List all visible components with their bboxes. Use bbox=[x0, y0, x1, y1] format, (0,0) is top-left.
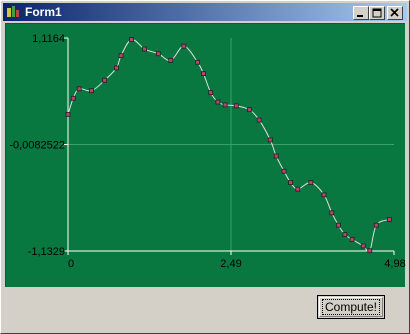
window-title: Form1 bbox=[25, 5, 62, 19]
chart: 1,1164 -0,0082522 -1,13290 2,49 4,98 bbox=[9, 33, 405, 270]
series-line bbox=[67, 39, 390, 253]
maximize-button[interactable] bbox=[369, 6, 385, 20]
y-tick-label: -0,0082522 bbox=[9, 140, 65, 152]
chart-panel: 1,1164 -0,0082522 -1,1329 0 2,49 4,98 bbox=[5, 23, 406, 287]
data-point bbox=[70, 95, 76, 101]
data-point bbox=[233, 103, 239, 109]
data-point bbox=[256, 117, 262, 123]
data-point bbox=[222, 102, 228, 108]
data-point bbox=[360, 243, 366, 249]
data-point bbox=[329, 210, 335, 216]
x-tick-label: 4,98 bbox=[384, 258, 405, 270]
data-point bbox=[155, 51, 161, 57]
minimize-button[interactable] bbox=[353, 6, 369, 20]
y-tick-label: -1,1329 bbox=[28, 246, 65, 258]
data-point bbox=[281, 168, 287, 174]
data-point bbox=[288, 180, 293, 185]
data-point bbox=[367, 248, 373, 254]
x-tick-label: 2,49 bbox=[220, 258, 241, 270]
data-point bbox=[181, 43, 187, 49]
x-tick-label: 0 bbox=[68, 258, 74, 270]
minimize-icon bbox=[357, 15, 363, 17]
title-bar[interactable]: Form1 bbox=[3, 3, 407, 21]
data-point bbox=[65, 111, 71, 117]
compute-button[interactable]: Compute! bbox=[317, 295, 385, 319]
close-icon bbox=[390, 8, 399, 17]
data-point bbox=[168, 57, 174, 63]
data-point bbox=[342, 232, 348, 238]
data-point bbox=[76, 86, 82, 92]
data-point bbox=[267, 137, 273, 143]
data-point bbox=[129, 37, 134, 42]
main-window: Form1 1,1164 -0,0082522 -1,1329 0 2,49 4,98 C… bbox=[0, 0, 410, 334]
close-button[interactable] bbox=[387, 6, 403, 20]
y-tick-label: 1,1164 bbox=[32, 33, 65, 45]
data-point bbox=[142, 46, 147, 52]
data-point bbox=[208, 90, 214, 95]
data-point bbox=[321, 192, 327, 198]
data-point bbox=[102, 77, 108, 83]
data-point bbox=[373, 222, 379, 228]
maximize-icon bbox=[372, 8, 382, 18]
data-point bbox=[335, 222, 341, 228]
data-point bbox=[215, 99, 221, 105]
data-point bbox=[246, 107, 252, 113]
data-point bbox=[308, 180, 314, 185]
data-point bbox=[118, 53, 124, 59]
data-point bbox=[295, 186, 301, 192]
data-point bbox=[195, 59, 201, 65]
data-point bbox=[89, 88, 94, 94]
data-point bbox=[349, 236, 355, 242]
data-point bbox=[114, 65, 119, 71]
data-point bbox=[273, 153, 279, 159]
data-point bbox=[201, 71, 206, 77]
app-icon bbox=[7, 6, 19, 17]
compute-button-label: Compute! bbox=[321, 299, 381, 315]
data-point bbox=[387, 217, 392, 222]
